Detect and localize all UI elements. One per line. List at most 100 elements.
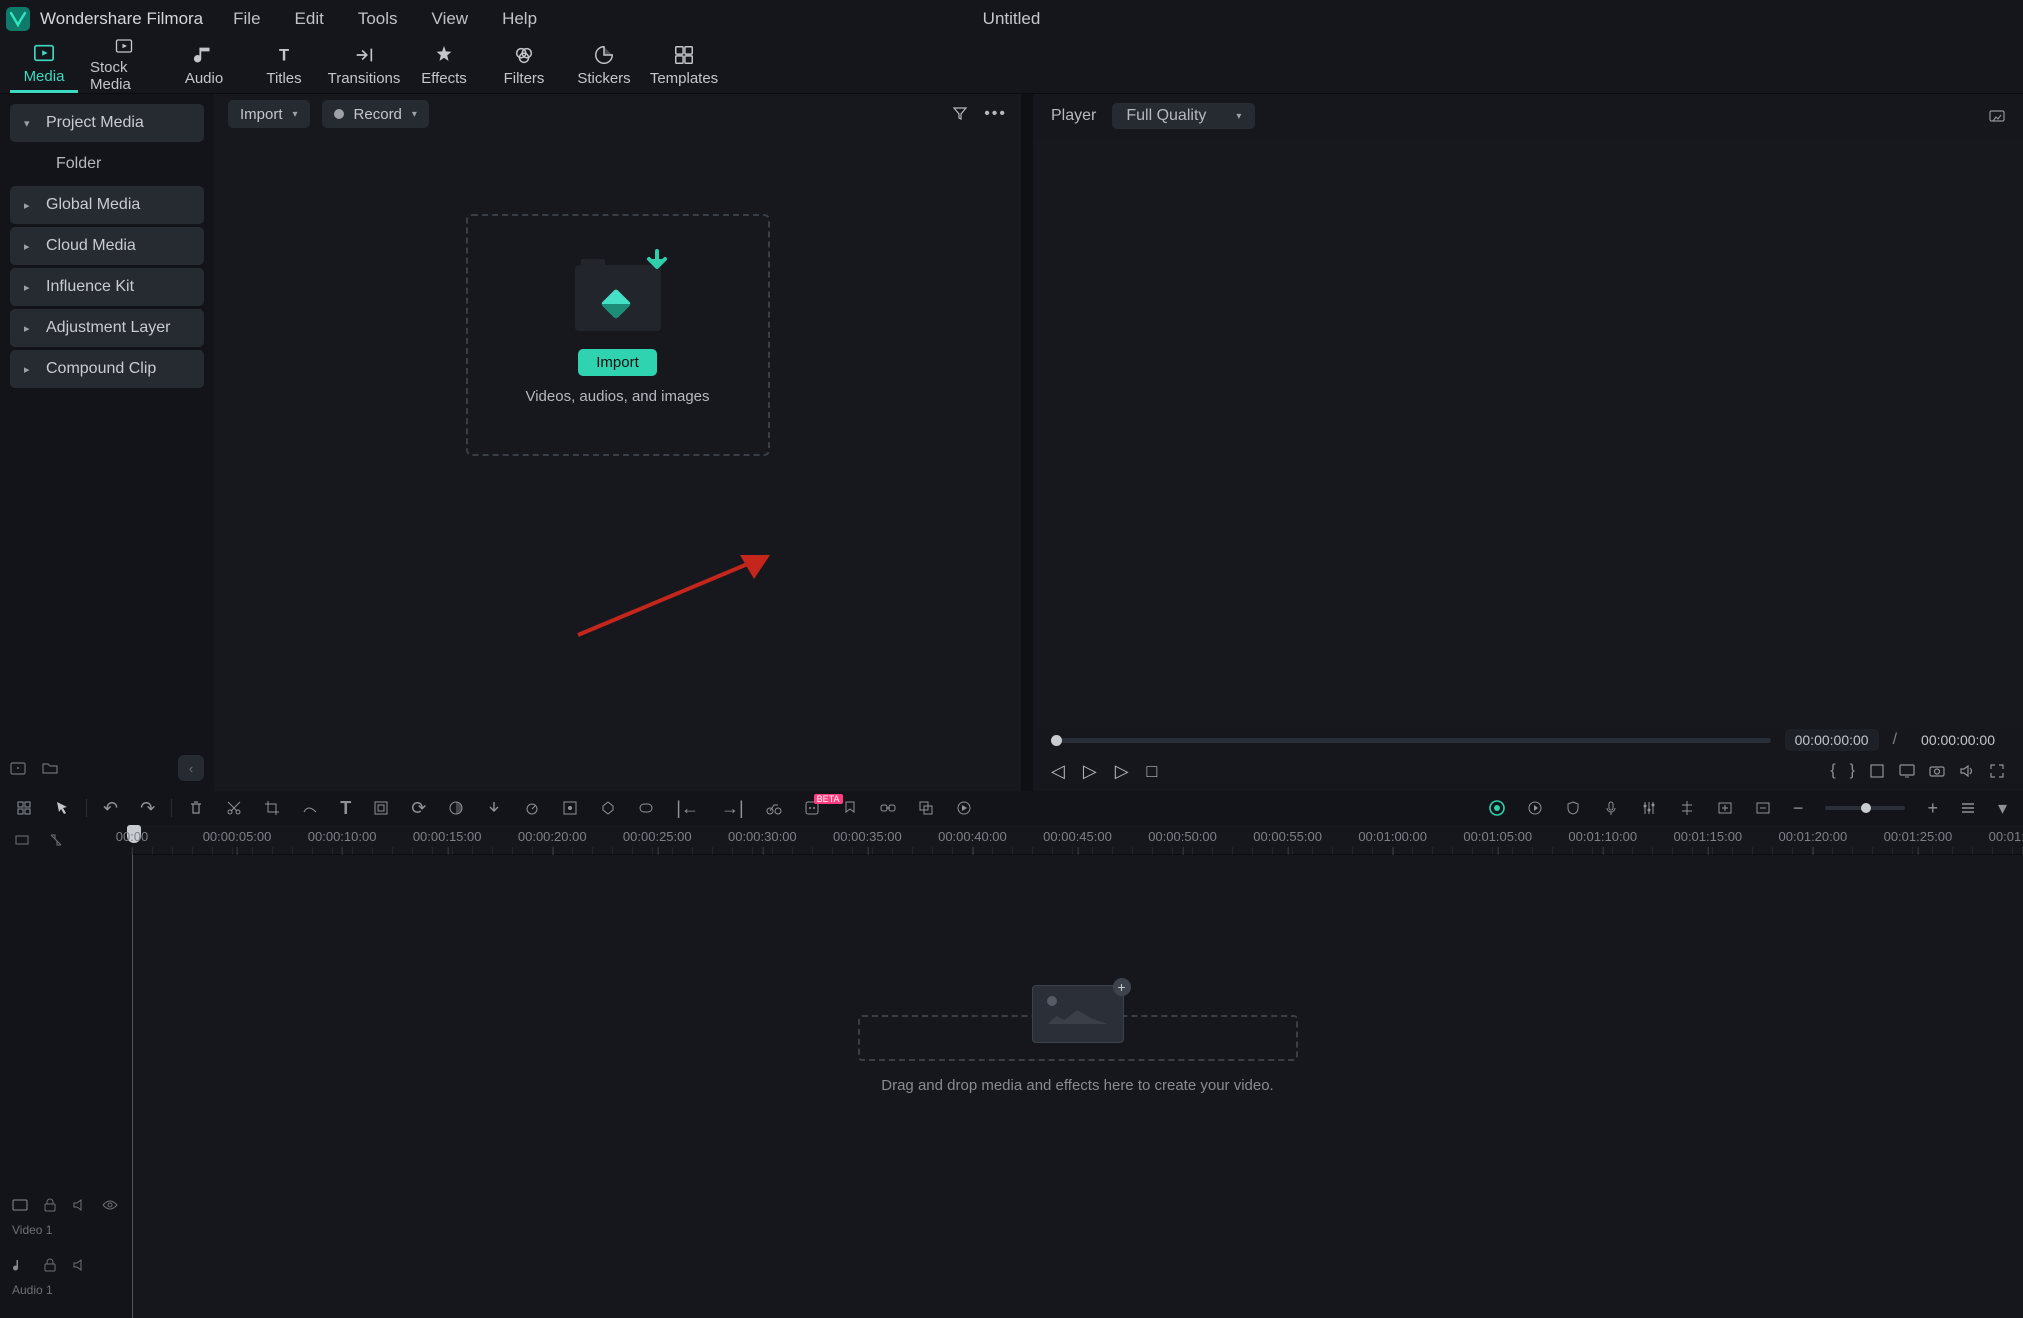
crop-tool-icon[interactable] (264, 800, 280, 816)
player-viewport[interactable] (1033, 138, 2023, 729)
menu-edit[interactable]: Edit (295, 9, 324, 29)
new-bin-icon[interactable] (10, 760, 26, 776)
voiceover-icon[interactable] (1603, 800, 1619, 816)
stop-button[interactable]: □ (1147, 761, 1158, 782)
expand-track-icon[interactable] (48, 832, 64, 848)
speed-ramp-icon[interactable] (302, 800, 318, 816)
bike-icon[interactable] (766, 800, 782, 816)
track-lanes[interactable]: + Drag and drop media and effects here t… (132, 855, 2023, 1318)
tab-titles[interactable]: T Titles (250, 37, 318, 93)
align-icon[interactable] (1679, 800, 1695, 816)
sidebar-item-influence-kit[interactable]: ▸Influence Kit (10, 268, 204, 306)
mixer-icon[interactable] (1641, 800, 1657, 816)
bracket-left-icon[interactable]: |← (676, 798, 699, 819)
record-dropdown[interactable]: Record▾ (322, 100, 429, 128)
crop-icon[interactable] (1869, 763, 1885, 779)
mark-out-icon[interactable]: } (1850, 762, 1855, 780)
ruler-tick: 00:01:00:00 (1358, 829, 1427, 844)
more-icon[interactable]: ••• (984, 105, 1007, 123)
auto-ripple-icon[interactable] (1527, 800, 1543, 816)
seek-track[interactable] (1051, 738, 1771, 743)
keyframe-down-icon[interactable] (486, 800, 502, 816)
video-track-icon (12, 1197, 28, 1213)
zoom-in-button[interactable]: + (1927, 798, 1938, 819)
collapse-sidebar-button[interactable]: ‹ (178, 755, 204, 781)
tab-audio[interactable]: Audio (170, 37, 238, 93)
mute-icon[interactable] (72, 1197, 88, 1213)
link-icon[interactable] (880, 800, 896, 816)
play-button[interactable]: ▷ (1083, 761, 1097, 782)
menu-tools[interactable]: Tools (358, 9, 398, 29)
timeline-more-icon[interactable]: ▾ (1998, 798, 2007, 819)
zoom-slider[interactable] (1825, 806, 1905, 810)
sidebar-item-compound-clip[interactable]: ▸Compound Clip (10, 350, 204, 388)
marker-icon[interactable] (842, 800, 858, 816)
crop-zoom-icon[interactable] (373, 800, 389, 816)
text-tool-icon[interactable]: T (340, 798, 351, 819)
zoom-thumb[interactable] (1861, 803, 1871, 813)
media-drop-zone[interactable]: Import Videos, audios, and images (466, 214, 770, 456)
tab-stickers[interactable]: Stickers (570, 37, 638, 93)
eye-icon[interactable] (102, 1197, 118, 1213)
display-icon[interactable] (1899, 763, 1915, 779)
quality-selector[interactable]: Full Quality▾ (1112, 103, 1255, 129)
shield-icon[interactable] (1565, 800, 1581, 816)
prev-frame-button[interactable]: ◁ (1051, 761, 1065, 782)
rotate-icon[interactable]: ⟳ (411, 798, 426, 819)
sidebar-item-cloud-media[interactable]: ▸Cloud Media (10, 227, 204, 265)
new-folder-icon[interactable] (42, 760, 58, 776)
menu-help[interactable]: Help (502, 9, 537, 29)
menu-view[interactable]: View (432, 9, 469, 29)
audio-track-header[interactable]: Audio 1 (0, 1256, 132, 1298)
snapshot-icon[interactable] (1989, 108, 2005, 124)
next-frame-button[interactable]: ▷ (1115, 761, 1129, 782)
redo-button[interactable]: ↷ (140, 798, 155, 819)
remove-track-icon[interactable] (1755, 800, 1771, 816)
ai-tool-button[interactable]: BETA (804, 800, 820, 816)
mask-icon[interactable] (638, 800, 654, 816)
menu-file[interactable]: File (233, 9, 260, 29)
video-track-header[interactable]: Video 1 (0, 1196, 132, 1238)
tab-templates[interactable]: Templates (650, 37, 718, 93)
lock-icon[interactable] (42, 1257, 58, 1273)
tab-transitions[interactable]: Transitions (330, 37, 398, 93)
sidebar-item-folder[interactable]: Folder (10, 145, 204, 183)
tab-media[interactable]: Media (10, 37, 78, 93)
undo-button[interactable]: ↶ (103, 798, 118, 819)
mark-in-icon[interactable]: { (1830, 762, 1835, 780)
tab-filters[interactable]: Filters (490, 37, 558, 93)
cut-icon[interactable] (226, 800, 242, 816)
chroma-icon[interactable] (600, 800, 616, 816)
lock-icon[interactable] (42, 1197, 58, 1213)
sidebar-item-global-media[interactable]: ▸Global Media (10, 186, 204, 224)
tab-stock-media[interactable]: Stock Media (90, 37, 158, 93)
pointer-icon[interactable] (54, 800, 70, 816)
camera-icon[interactable] (1929, 763, 1945, 779)
speed-icon[interactable] (524, 800, 540, 816)
time-ruler[interactable]: 00:0000:00:05:0000:00:10:0000:00:15:0000… (132, 825, 2023, 855)
fullscreen-icon[interactable] (1989, 763, 2005, 779)
zoom-out-button[interactable]: − (1793, 798, 1804, 819)
timeline-empty-placeholder: + Drag and drop media and effects here t… (858, 985, 1298, 1094)
track-header-icon[interactable] (14, 832, 30, 848)
sidebar-item-project-media[interactable]: ▾Project Media (10, 104, 204, 142)
color-icon[interactable] (448, 800, 464, 816)
volume-icon[interactable] (1959, 763, 1975, 779)
grid-icon[interactable] (16, 800, 32, 816)
panel-separator[interactable] (1021, 94, 1033, 791)
render-icon[interactable] (956, 800, 972, 816)
mute-icon[interactable] (72, 1257, 88, 1273)
import-dropdown[interactable]: Import▾ (228, 100, 310, 128)
add-track-icon[interactable] (1717, 800, 1733, 816)
tab-effects[interactable]: Effects (410, 37, 478, 93)
tracking-icon[interactable] (562, 800, 578, 816)
bracket-right-icon[interactable]: →| (721, 798, 744, 819)
sidebar-item-adjustment-layer[interactable]: ▸Adjustment Layer (10, 309, 204, 347)
filter-icon[interactable] (952, 105, 968, 121)
delete-icon[interactable] (188, 800, 204, 816)
seek-thumb[interactable] (1051, 735, 1062, 746)
toggle-snap-icon[interactable] (1489, 800, 1505, 816)
list-view-icon[interactable] (1960, 800, 1976, 816)
group-icon[interactable] (918, 800, 934, 816)
import-button[interactable]: Import (578, 349, 657, 376)
